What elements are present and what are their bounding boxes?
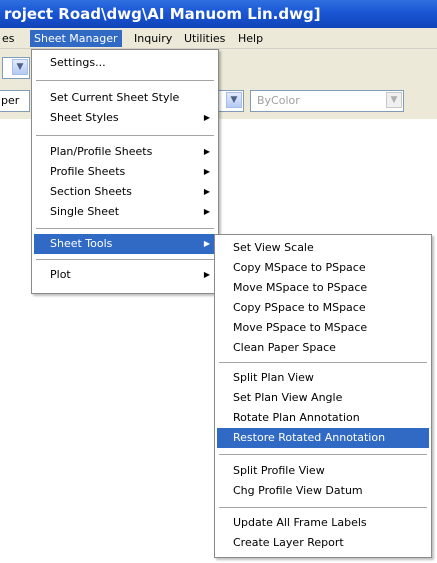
menu-item-plot[interactable]: Plot ▶ (34, 265, 216, 285)
menu-item-label: Move MSpace to PSpace (233, 281, 368, 294)
menu-item-label: Set Plan View Angle (233, 391, 343, 404)
menu-item-label: Create Layer Report (233, 536, 344, 549)
menu-item-label: Profile Sheets (50, 165, 126, 178)
menu-item-rotate-plan-annotation[interactable]: Rotate Plan Annotation (217, 408, 429, 428)
chevron-down-icon: ▼ (12, 59, 28, 75)
menu-item-copy-mspace-to-pspace[interactable]: Copy MSpace to PSpace (217, 258, 429, 278)
title-bar: roject Road\dwg\AI Manuom Lin.dwg] (0, 0, 437, 28)
menu-separator (36, 259, 214, 260)
menu-item-plan-profile-sheets[interactable]: Plan/Profile Sheets ▶ (34, 142, 216, 162)
menu-item-label: Move PSpace to MSpace (233, 321, 368, 334)
menu-partial-left[interactable]: es (0, 30, 19, 47)
layer-combo[interactable]: per (0, 90, 30, 112)
color-combo[interactable]: ByColor ▼ (250, 90, 404, 112)
menu-item-set-current-sheet-style[interactable]: Set Current Sheet Style (34, 88, 216, 108)
menu-separator (36, 80, 214, 81)
menu-item-label: Split Profile View (233, 464, 325, 477)
layer-combo-text: per (1, 94, 20, 107)
submenu-arrow-icon: ▶ (203, 113, 210, 122)
menu-item-label: Plan/Profile Sheets (50, 145, 153, 158)
menu-item-label: Copy PSpace to MSpace (233, 301, 366, 314)
menu-item-label: Set Current Sheet Style (50, 91, 180, 104)
menu-item-clean-paper-space[interactable]: Clean Paper Space (217, 338, 429, 358)
menu-bar: es Sheet Manager Inquiry Utilities Help (0, 28, 437, 49)
submenu-arrow-icon: ▶ (203, 147, 210, 156)
menu-item-section-sheets[interactable]: Section Sheets ▶ (34, 182, 216, 202)
menu-item-label: Single Sheet (50, 205, 120, 218)
menu-item-label: Update All Frame Labels (233, 516, 367, 529)
menu-item-label: Sheet Tools (50, 237, 113, 250)
menu-item-single-sheet[interactable]: Single Sheet ▶ (34, 202, 216, 222)
chevron-down-icon: ▼ (226, 92, 242, 108)
menu-item-restore-rotated-annotation[interactable]: Restore Rotated Annotation (217, 428, 429, 448)
menu-separator (36, 228, 214, 229)
menu-separator (219, 362, 427, 363)
menu-item-label: Set View Scale (233, 241, 314, 254)
menu-separator (36, 135, 214, 136)
menu-separator (219, 454, 427, 455)
menu-item-label: Restore Rotated Annotation (233, 431, 386, 444)
menu-item-create-layer-report[interactable]: Create Layer Report (217, 533, 429, 553)
menu-help[interactable]: Help (234, 30, 267, 47)
menu-item-set-view-scale[interactable]: Set View Scale (217, 238, 429, 258)
menu-sheet-manager[interactable]: Sheet Manager (30, 30, 122, 47)
menu-item-label: Chg Profile View Datum (233, 484, 363, 497)
sheet-manager-menu: Settings... Set Current Sheet Style Shee… (31, 49, 219, 294)
submenu-arrow-icon: ▶ (203, 207, 210, 216)
sheet-tools-submenu: Set View Scale Copy MSpace to PSpace Mov… (214, 234, 432, 558)
toolbar-dropdown-left[interactable]: ▼ (2, 57, 30, 79)
menu-item-label: Sheet Styles (50, 111, 119, 124)
submenu-arrow-icon: ▶ (203, 270, 210, 279)
menu-item-sheet-styles[interactable]: Sheet Styles ▶ (34, 108, 216, 128)
menu-item-copy-pspace-to-mspace[interactable]: Copy PSpace to MSpace (217, 298, 429, 318)
menu-item-settings[interactable]: Settings... (34, 53, 216, 73)
linetype-combo[interactable]: ▼ (218, 90, 244, 112)
menu-item-label: Section Sheets (50, 185, 132, 198)
window-title: roject Road\dwg\AI Manuom Lin.dwg] (4, 5, 321, 23)
menu-utilities[interactable]: Utilities (180, 30, 229, 47)
menu-item-move-mspace-to-pspace[interactable]: Move MSpace to PSpace (217, 278, 429, 298)
menu-item-set-plan-view-angle[interactable]: Set Plan View Angle (217, 388, 429, 408)
menu-item-label: Clean Paper Space (233, 341, 336, 354)
color-combo-text: ByColor (257, 94, 300, 107)
menu-inquiry[interactable]: Inquiry (130, 30, 176, 47)
menu-item-sheet-tools[interactable]: Sheet Tools ▶ (34, 234, 216, 254)
menu-item-label: Plot (50, 268, 71, 281)
menu-item-label: Copy MSpace to PSpace (233, 261, 366, 274)
menu-item-chg-profile-view-datum[interactable]: Chg Profile View Datum (217, 481, 429, 501)
submenu-arrow-icon: ▶ (203, 187, 210, 196)
submenu-arrow-icon: ▶ (203, 239, 210, 248)
menu-item-label: Split Plan View (233, 371, 314, 384)
menu-item-label: Settings... (50, 56, 106, 69)
menu-item-profile-sheets[interactable]: Profile Sheets ▶ (34, 162, 216, 182)
submenu-arrow-icon: ▶ (203, 167, 210, 176)
menu-item-update-all-frame-labels[interactable]: Update All Frame Labels (217, 513, 429, 533)
menu-item-split-profile-view[interactable]: Split Profile View (217, 461, 429, 481)
chevron-down-icon: ▼ (386, 92, 402, 108)
menu-item-split-plan-view[interactable]: Split Plan View (217, 368, 429, 388)
menu-separator (219, 507, 427, 508)
menu-item-move-pspace-to-mspace[interactable]: Move PSpace to MSpace (217, 318, 429, 338)
menu-item-label: Rotate Plan Annotation (233, 411, 360, 424)
